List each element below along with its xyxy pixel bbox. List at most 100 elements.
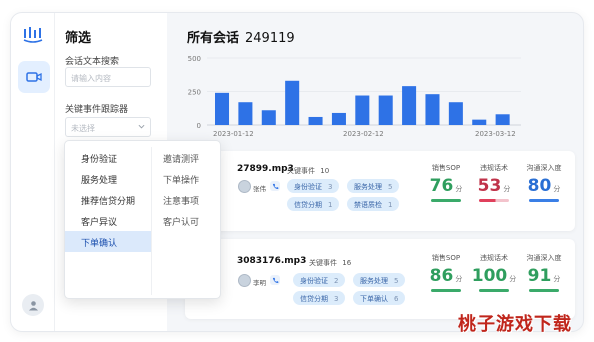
tag-chip[interactable]: 信贷分期 3 [293, 291, 346, 305]
chart-bar[interactable] [238, 102, 253, 125]
y-tick-label: 0 [197, 122, 201, 130]
chart-bar[interactable] [378, 95, 393, 125]
chart-bar[interactable] [355, 95, 370, 125]
score-unit: 分 [455, 275, 463, 283]
icon-rail [11, 13, 55, 331]
chart-bar[interactable] [215, 92, 230, 125]
chart-bar[interactable] [402, 86, 417, 125]
score-label: 销售SOP [431, 164, 461, 172]
tag-label: 下单确认 [360, 295, 388, 303]
score-communication-depth: 沟通深入度 91 分 [521, 253, 567, 292]
score-value: 53 [477, 176, 502, 196]
bars-logo-icon[interactable] [22, 25, 44, 43]
key-event-number: 10 [320, 167, 330, 175]
score-label: 销售SOP [431, 254, 461, 262]
score-label: 沟通深入度 [526, 254, 562, 262]
score-label: 沟通深入度 [526, 164, 562, 172]
conversation-card[interactable]: 3083176.mp3 关键事件 16 李明 身份验证 2 服务处理 5 信贷分期 3… [185, 239, 575, 319]
phone-icon[interactable] [270, 275, 280, 285]
tag-count: 3 [328, 183, 333, 191]
event-tracker-select[interactable]: 未选择 [65, 117, 151, 137]
dropdown-option[interactable]: 身份验证 [65, 147, 151, 168]
dropdown-option[interactable]: 注意事项 [152, 189, 222, 210]
tag-label: 服务处理 [354, 183, 382, 191]
video-camera-icon [26, 72, 42, 82]
tag-count: 1 [328, 201, 333, 209]
score-unit: 分 [455, 185, 463, 193]
score-value: 80 [527, 176, 552, 196]
agent-name: 李明 [253, 279, 266, 287]
x-tick-label: 2023-02-12 [343, 130, 384, 138]
tag-count: 2 [334, 277, 339, 285]
watermark: 桃子游戏下载 [458, 314, 572, 335]
score-unit: 分 [509, 275, 517, 283]
chart-bar[interactable] [425, 94, 440, 125]
conversation-file-name[interactable]: 3083176.mp3 [237, 256, 306, 266]
tag-chip[interactable]: 身份验证 3 [287, 179, 340, 193]
score-unit: 分 [553, 275, 561, 283]
y-tick-label: 500 [188, 55, 201, 63]
event-tracker-placeholder: 未选择 [71, 124, 95, 133]
score-bar [431, 199, 461, 202]
conversation-card[interactable]: 27899.mp3 关键事件 10 张伟 身份验证 3 服务处理 5 信贷分期 1 禁… [185, 151, 575, 231]
dropdown-option[interactable]: 下单操作 [152, 168, 222, 189]
y-tick-label: 250 [188, 89, 201, 97]
conversation-file-name[interactable]: 27899.mp3 [237, 164, 294, 174]
chart-bar[interactable] [495, 114, 510, 125]
tag-count: 3 [334, 295, 339, 303]
tag-chip[interactable]: 下单确认 6 [353, 291, 406, 305]
score-value: 100 [471, 266, 508, 286]
tag-count: 1 [388, 201, 393, 209]
dropdown-option[interactable]: 服务处理 [65, 168, 151, 189]
user-icon [28, 300, 38, 310]
page-title-text: 所有会话 [187, 31, 240, 46]
score-value-wrap: 53 分 [471, 176, 517, 196]
chart-bar[interactable] [261, 110, 276, 125]
text-search-input[interactable]: 请输入内容 [65, 67, 151, 87]
dropdown-column-primary: 身份验证 服务处理 推荐信贷分期 客户异议 下单确认 [65, 147, 151, 252]
score-violation-script: 违规话术 53 分 [471, 163, 517, 202]
score-value: 91 [527, 266, 552, 286]
score-bar [529, 199, 559, 202]
tag-chip[interactable]: 服务处理 5 [353, 273, 406, 287]
page-title: 所有会话 249119 [187, 27, 295, 46]
tag-chip[interactable]: 服务处理 5 [347, 179, 400, 193]
chart-bar[interactable] [331, 112, 346, 125]
tag-chip[interactable]: 信贷分期 1 [287, 197, 340, 211]
agent-avatar [238, 274, 251, 287]
chart-bar[interactable] [308, 116, 323, 125]
dropdown-option[interactable]: 客户认可 [152, 210, 222, 231]
score-label: 违规话术 [480, 164, 508, 172]
score-sales-sop: 销售SOP 76 分 [423, 163, 469, 202]
score-communication-depth: 沟通深入度 80 分 [521, 163, 567, 202]
score-value: 86 [429, 266, 454, 286]
dropdown-option[interactable]: 下单确认 [65, 231, 151, 252]
chart-bar[interactable] [472, 119, 487, 125]
score-sales-sop: 销售SOP 86 分 [423, 253, 469, 292]
tag-chip[interactable]: 身份验证 2 [293, 273, 346, 287]
tag-chip[interactable]: 禁语质检 1 [347, 197, 400, 211]
filter-title: 筛选 [65, 31, 92, 46]
tag-label: 身份验证 [294, 183, 322, 191]
tag-label: 信贷分期 [294, 201, 322, 209]
chart-bar[interactable] [448, 102, 463, 125]
nav-conversations[interactable] [18, 61, 50, 93]
key-event-count: 关键事件 10 [287, 166, 329, 176]
user-avatar[interactable] [22, 294, 44, 316]
key-event-label: 关键事件 [287, 167, 315, 175]
phone-icon[interactable] [270, 181, 280, 191]
score-bar [479, 289, 509, 292]
tag-count: 6 [394, 295, 399, 303]
dropdown-option[interactable]: 邀请测评 [152, 147, 222, 168]
score-unit: 分 [553, 185, 561, 193]
dropdown-option[interactable]: 客户异议 [65, 210, 151, 231]
dropdown-option[interactable]: 推荐信贷分期 [65, 189, 151, 210]
score-value-wrap: 86 分 [423, 266, 469, 286]
score-bar [431, 289, 461, 292]
key-event-label: 关键事件 [309, 259, 337, 267]
agent-name: 张伟 [253, 185, 266, 193]
score-violation-script: 违规话术 100 分 [471, 253, 517, 292]
chevron-down-icon [138, 124, 145, 129]
score-value-wrap: 91 分 [521, 266, 567, 286]
chart-bar[interactable] [285, 80, 300, 125]
